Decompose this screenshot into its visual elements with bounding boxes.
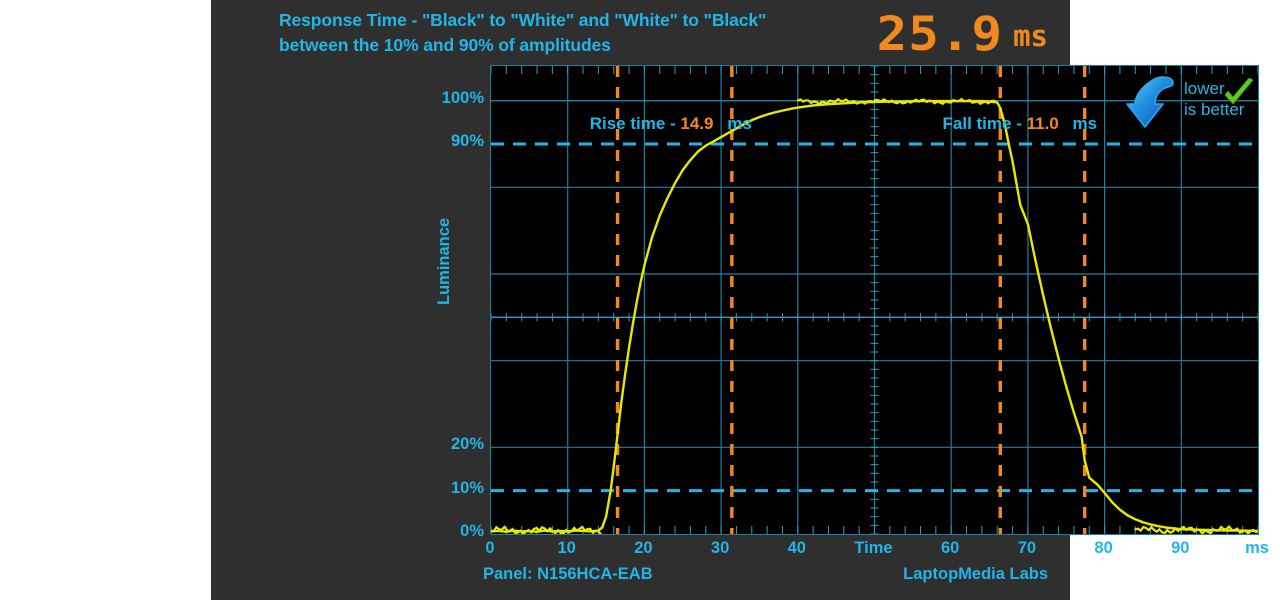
x-tick-label: 30 (710, 539, 730, 557)
x-tick-label: Time (854, 539, 893, 557)
fall-time-label: Fall time - (942, 114, 1022, 133)
chart-card: Response Time - "Black" to "White" and "… (211, 0, 1269, 600)
x-tick-label: 90 (1171, 539, 1190, 557)
chart-title-line2: between the 10% and 90% of amplitudes (279, 35, 611, 55)
x-tick-label: 10 (557, 539, 576, 557)
rise-time-label: Rise time - (589, 114, 676, 133)
brand-label: LaptopMedia Labs (903, 565, 1048, 583)
chart-title: Response Time - "Black" to "White" and "… (279, 8, 899, 58)
y-tick-label: 90% (450, 132, 484, 150)
x-tick-label: 80 (1094, 539, 1113, 557)
lower-is-better-badge: lower is better (1126, 74, 1254, 134)
x-tick-label: ms (1245, 539, 1269, 557)
chart-title-line1: Response Time - "Black" to "White" and "… (279, 10, 767, 30)
panel-model-label: Panel: N156HCA-EAB (483, 565, 653, 583)
fall-time-annotation: Fall time - 11.0 ms (943, 114, 1098, 134)
badge-line1: lower (1184, 79, 1225, 98)
rise-time-unit: ms (727, 114, 752, 133)
response-time-readout: 25.9 ms (877, 6, 1048, 58)
fall-time-unit: ms (1072, 114, 1098, 133)
rise-time-value: 14.9 (680, 114, 714, 133)
response-time-chart-image: Response Time - "Black" to "White" and "… (0, 0, 1280, 600)
x-tick-label: 20 (634, 539, 653, 557)
y-tick-label: 100% (441, 88, 484, 107)
response-time-value: 25.9 (876, 7, 1004, 62)
x-tick-label: 40 (787, 539, 806, 557)
y-tick-label: 20% (450, 435, 484, 454)
y-axis-title: Luminance (435, 217, 453, 305)
y-tick-label: 10% (450, 478, 484, 497)
green-check-icon (1222, 77, 1256, 117)
fall-time-value: 11.0 (1026, 114, 1059, 133)
rise-time-annotation: Rise time - 14.9 ms (590, 114, 752, 134)
x-tick-label: 70 (1017, 539, 1037, 557)
x-tick-label: 60 (941, 539, 960, 557)
curved-down-arrow-icon (1126, 74, 1184, 139)
x-tick-label: 0 (485, 539, 495, 557)
response-time-unit: ms (1013, 19, 1048, 53)
x-axis-labels: 0 10 20 30 40 Time 60 70 80 90 ms (211, 539, 1280, 563)
